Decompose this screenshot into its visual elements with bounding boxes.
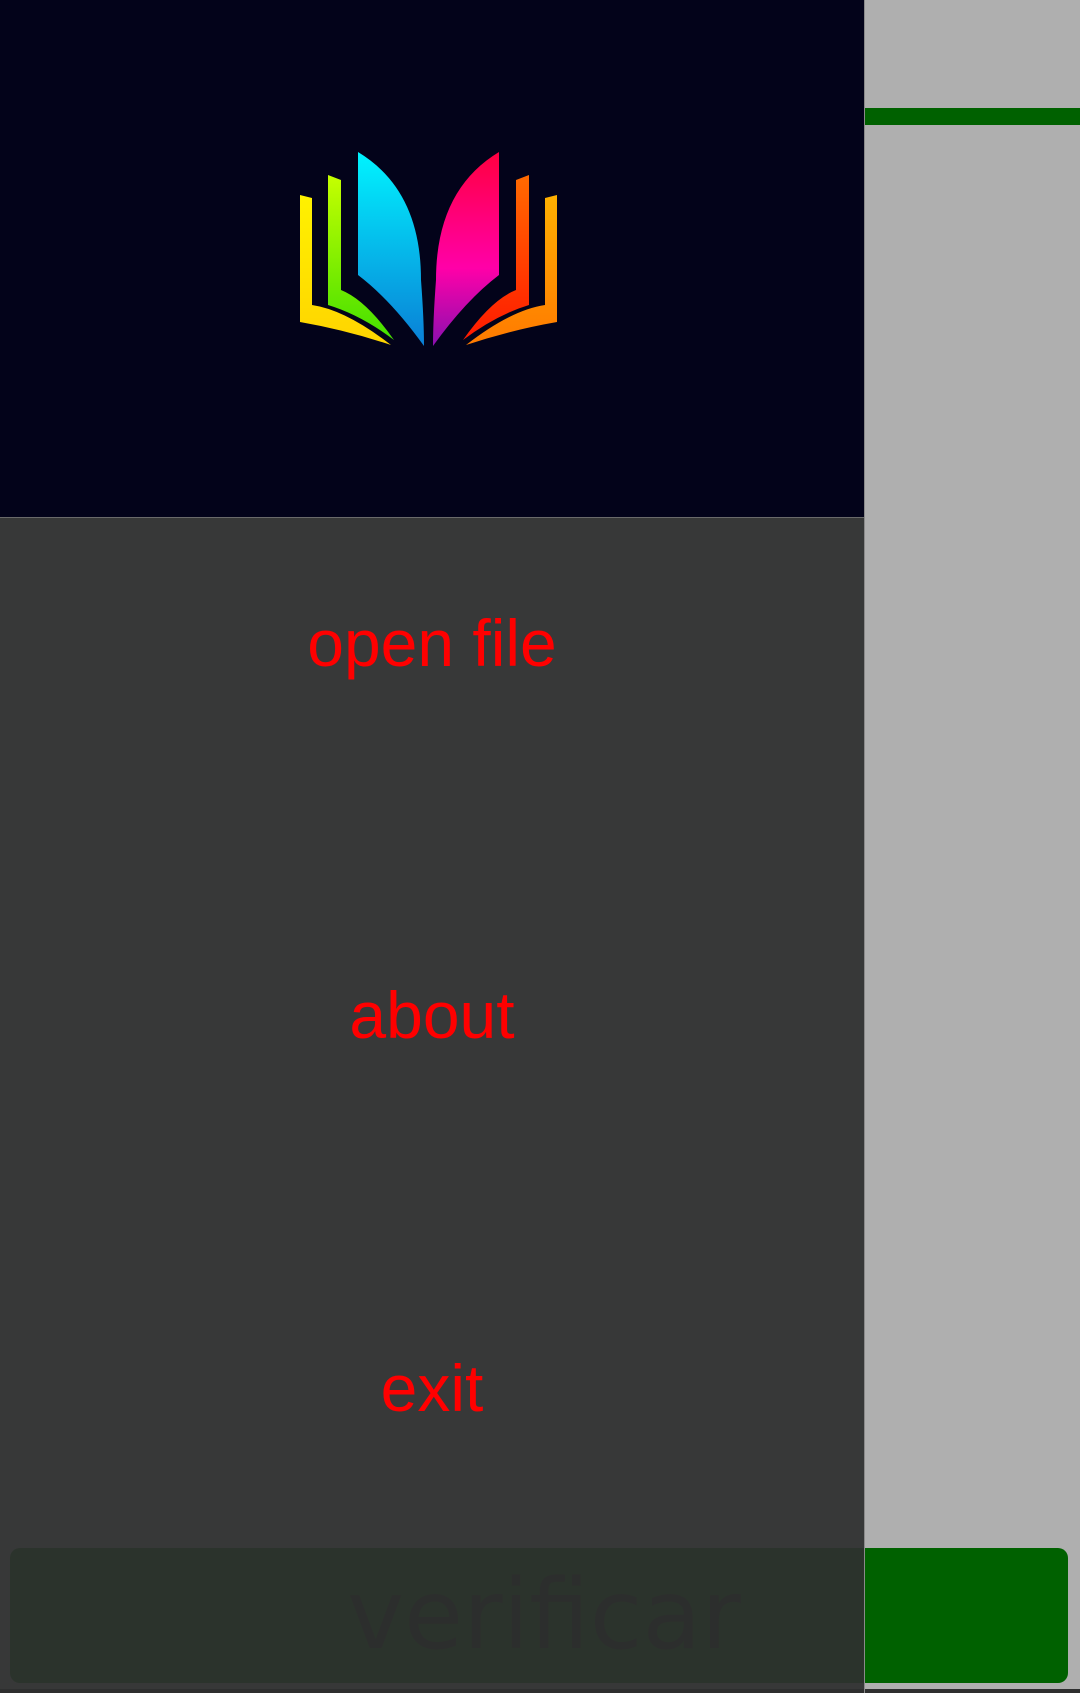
menu-item-exit[interactable]: exit (0, 1328, 864, 1448)
navigation-drawer: open file about exit (0, 0, 865, 1693)
open-book-icon (300, 152, 557, 346)
menu-item-open-file[interactable]: open file (0, 583, 864, 703)
drawer-header (0, 0, 864, 518)
menu-item-about[interactable]: about (0, 955, 864, 1075)
app-screen: verificar (0, 0, 1080, 1693)
